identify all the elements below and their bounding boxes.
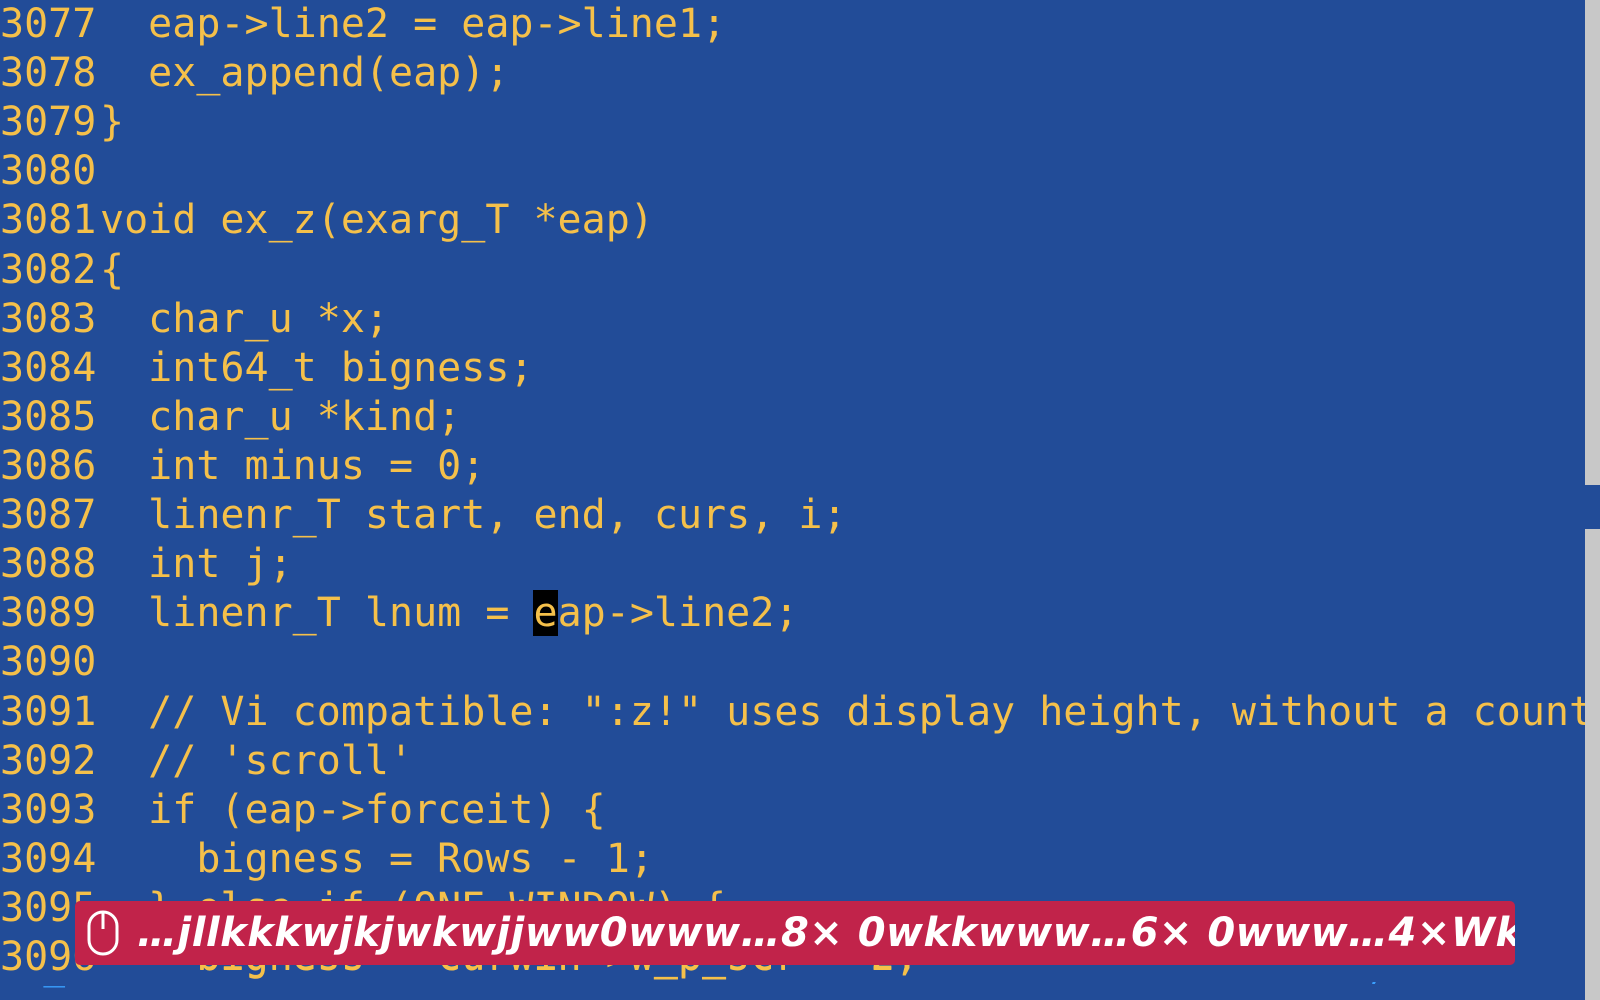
line-number: 3093 (0, 786, 80, 835)
code-line[interactable]: 3083 char_u *x; (0, 295, 1585, 344)
code-line[interactable]: 3079} (0, 98, 1585, 147)
code-text[interactable]: bigness = Rows - 1; (100, 835, 654, 884)
status-line: ex_cmds.c 3089,19 50% (0, 982, 1585, 1000)
line-number: 3078 (0, 49, 80, 98)
code-text[interactable]: int j; (100, 540, 293, 589)
line-number: 3088 (0, 540, 80, 589)
code-text[interactable]: ex_append(eap); (100, 49, 509, 98)
line-number: 3089 (0, 589, 80, 638)
code-text[interactable]: int64_t bigness; (100, 344, 533, 393)
code-line[interactable]: 3093 if (eap->forceit) { (0, 786, 1585, 835)
keystroke-overlay: …jllkkkwjkjwkwjjww0www…8× 0wkkwww…6× 0ww… (75, 901, 1515, 965)
code-line[interactable]: 3089 linenr_T lnum = eap->line2; (0, 589, 1585, 638)
code-line[interactable]: 3092 // 'scroll' (0, 737, 1585, 786)
line-number: 3091 (0, 688, 80, 737)
code-text[interactable]: eap->line2 = eap->line1; (100, 0, 726, 49)
code-line[interactable]: 3086 int minus = 0; (0, 442, 1585, 491)
text-cursor: e (533, 590, 557, 636)
line-number: 3085 (0, 393, 80, 442)
line-number: 3087 (0, 491, 80, 540)
code-text[interactable]: if (eap->forceit) { (100, 786, 606, 835)
line-number: 3083 (0, 295, 80, 344)
code-text[interactable]: int minus = 0; (100, 442, 485, 491)
code-text[interactable]: } (100, 98, 124, 147)
code-line[interactable]: 3088 int j; (0, 540, 1585, 589)
code-line[interactable]: 3090 (0, 638, 1585, 687)
scrollbar-thumb[interactable] (1585, 485, 1600, 529)
code-line[interactable]: 3081 void ex_z(exarg_T *eap) (0, 196, 1585, 245)
code-line[interactable]: 3084 int64_t bigness; (0, 344, 1585, 393)
scrollbar-track[interactable] (1585, 0, 1600, 1000)
code-text[interactable]: // 'scroll' (100, 737, 413, 786)
code-text[interactable]: void ex_z(exarg_T *eap) (100, 196, 654, 245)
code-line[interactable]: 3087 linenr_T start, end, curs, i; (0, 491, 1585, 540)
line-number: 3077 (0, 0, 80, 49)
keystroke-text: …jllkkkwjkjwkwjjww0www…8× 0wkkwww…6× 0ww… (137, 910, 1515, 956)
editor-viewport[interactable]: 3077 eap->line2 = eap->line1;3078 ex_app… (0, 0, 1585, 1000)
line-number: 3094 (0, 835, 80, 884)
status-filename: ex_cmds.c (0, 982, 195, 988)
code-text[interactable]: // Vi compatible: ":z!" uses display hei… (100, 688, 1600, 737)
line-number: 3082 (0, 246, 80, 295)
code-text[interactable]: char_u *x; (100, 295, 389, 344)
line-number: 3092 (0, 737, 80, 786)
code-text[interactable]: char_u *kind; (100, 393, 461, 442)
code-line[interactable]: 3094 bigness = Rows - 1; (0, 835, 1585, 884)
code-line[interactable]: 3082 { (0, 246, 1585, 295)
line-number: 3079 (0, 98, 80, 147)
code-text[interactable]: linenr_T lnum = eap->line2; (100, 589, 798, 638)
code-line[interactable]: 3080 (0, 147, 1585, 196)
code-line[interactable]: 3085 char_u *kind; (0, 393, 1585, 442)
line-number: 3096 (0, 933, 80, 982)
code-text[interactable]: { (100, 246, 124, 295)
line-number: 3081 (0, 196, 80, 245)
code-line[interactable]: 3091 // Vi compatible: ":z!" uses displa… (0, 688, 1585, 737)
line-number: 3084 (0, 344, 80, 393)
code-line[interactable]: 3078 ex_append(eap); (0, 49, 1585, 98)
line-number: 3086 (0, 442, 80, 491)
mouse-icon (79, 901, 127, 965)
code-line[interactable]: 3077 eap->line2 = eap->line1; (0, 0, 1585, 49)
line-number: 3095 (0, 884, 80, 933)
line-number: 3080 (0, 147, 80, 196)
code-text[interactable]: linenr_T start, end, curs, i; (100, 491, 847, 540)
line-number: 3090 (0, 638, 80, 687)
